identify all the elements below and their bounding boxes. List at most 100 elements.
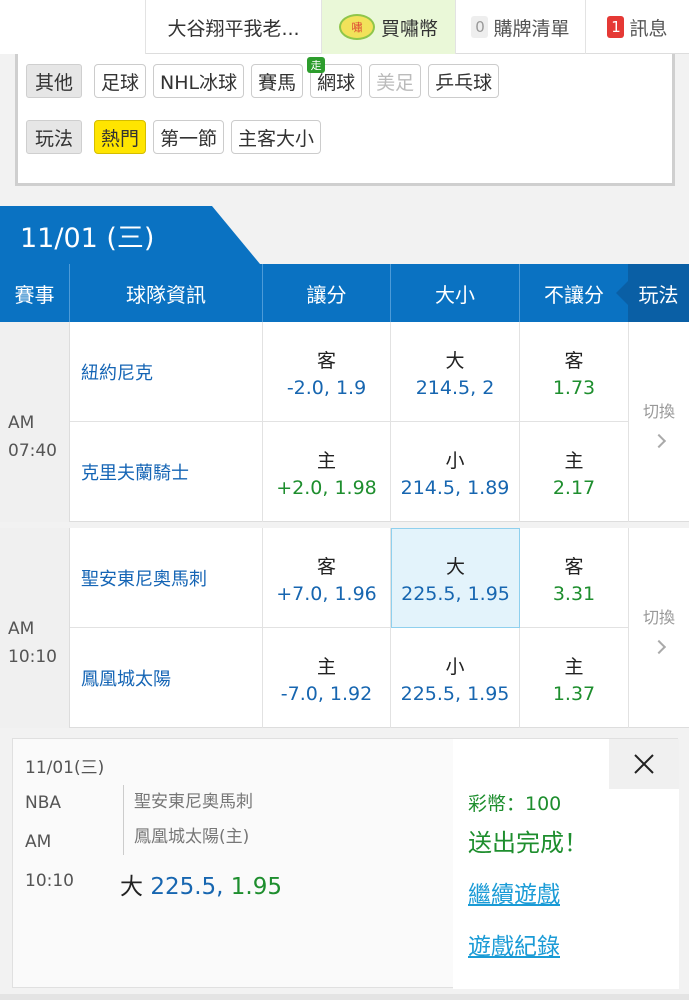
total-odds-cell[interactable]: 大 214.5, 2 xyxy=(391,322,520,422)
play-chip-home-away-total[interactable]: 主客大小 xyxy=(231,120,322,154)
header-spread: 讓分 xyxy=(263,264,391,322)
top-bar-blank xyxy=(0,0,145,54)
header-total: 大小 xyxy=(391,264,520,322)
user-name-tab[interactable]: 大谷翔平我老... xyxy=(145,0,321,54)
sports-filter-row: 其他 足球 NHL冰球 賽馬 走 網球 美足 乒乓球 xyxy=(26,57,506,98)
confirm-teams: 聖安東尼奧馬刺 鳳凰城太陽(主) xyxy=(123,785,253,855)
chevron-right-icon xyxy=(651,433,667,449)
total-odds-cell-selected[interactable]: 大 225.5, 1.95 xyxy=(391,528,520,628)
total-value: 214.5, 1.89 xyxy=(400,476,510,499)
spread-value: -7.0, 1.92 xyxy=(280,682,373,705)
header-play-toggle[interactable]: 玩法 xyxy=(616,264,689,322)
game-clock: 10:10 xyxy=(8,647,57,667)
play-label: 玩法 xyxy=(26,120,82,154)
coin-icon: 嘯 xyxy=(338,14,375,40)
total-side: 小 xyxy=(445,449,465,472)
total-odds-cell[interactable]: 小 225.5, 1.95 xyxy=(391,628,520,728)
top-bar: 大谷翔平我老... 嘯 買嘯幣 0 購牌清單 1 訊息 xyxy=(0,0,689,54)
spread-value: +7.0, 1.96 xyxy=(276,582,377,605)
moneyline-odds-cell[interactable]: 主 1.37 xyxy=(520,628,628,728)
play-chip-first-quarter[interactable]: 第一節 xyxy=(153,120,225,154)
confirm-team-away: 聖安東尼奧馬刺 xyxy=(134,792,253,812)
messages-button[interactable]: 1 訊息 xyxy=(585,0,689,54)
header-moneyline: 不讓分 xyxy=(544,282,604,307)
confirm-bet-odds: 1.95 xyxy=(230,874,282,900)
coin-balance: 彩幣：100 xyxy=(468,793,562,815)
game-history-link[interactable]: 遊戲紀錄 xyxy=(468,927,560,961)
moneyline-odds-cell[interactable]: 客 1.73 xyxy=(520,322,628,422)
header-team: 球隊資訊 xyxy=(70,264,263,322)
moneyline-value: 2.17 xyxy=(552,476,596,499)
bet-confirmation-panel: 11/01(三) NBA AM 10:10 聖安東尼奧馬刺 鳳凰城太陽(主) 大… xyxy=(12,738,679,989)
team-name: 鳳凰城太陽 xyxy=(70,628,263,728)
switch-label: 切換 xyxy=(642,402,675,421)
date-tab-bar: 11/01 (三) xyxy=(0,206,689,264)
confirm-result-area: 彩幣：100 送出完成！ 繼續遊戲 遊戲紀錄 xyxy=(453,739,679,989)
team-name: 聖安東尼奧馬刺 xyxy=(70,528,263,628)
header-event: 賽事 xyxy=(0,264,70,322)
continue-game-link[interactable]: 繼續遊戲 xyxy=(468,875,560,909)
messages-label: 訊息 xyxy=(629,17,668,40)
confirm-time: 10:10 xyxy=(25,871,74,891)
spread-side: 客 xyxy=(316,555,336,578)
cart-label: 購牌清單 xyxy=(493,17,570,40)
close-button[interactable] xyxy=(609,739,679,789)
total-side: 大 xyxy=(445,349,465,372)
spread-side: 主 xyxy=(316,449,336,472)
spread-odds-cell[interactable]: 客 +7.0, 1.96 xyxy=(263,528,391,628)
sport-chip-table-tennis[interactable]: 乒乓球 xyxy=(428,64,500,98)
sport-chip-horse-racing[interactable]: 賽馬 xyxy=(251,64,304,98)
spread-odds-cell[interactable]: 客 -2.0, 1.9 xyxy=(263,322,391,422)
live-badge: 走 xyxy=(307,57,326,73)
message-count-badge: 1 xyxy=(607,16,625,38)
close-icon xyxy=(634,754,654,774)
sport-chip-nhl[interactable]: NHL冰球 xyxy=(153,64,245,98)
team-row-home: 克里夫蘭騎士 主 +2.0, 1.98 小 214.5, 1.89 主 2.17 xyxy=(70,422,628,522)
play-chip-hot[interactable]: 熱門 xyxy=(94,120,147,154)
cart-button[interactable]: 0 購牌清單 xyxy=(455,0,585,54)
sport-chip-tennis[interactable]: 走 網球 xyxy=(307,57,363,98)
others-label: 其他 xyxy=(26,64,82,98)
moneyline-side: 主 xyxy=(564,655,584,678)
team-row-away: 聖安東尼奧馬刺 客 +7.0, 1.96 大 225.5, 1.95 客 3.3… xyxy=(70,528,628,628)
moneyline-odds-cell[interactable]: 客 3.31 xyxy=(520,528,628,628)
cart-count-badge: 0 xyxy=(471,16,489,38)
confirm-team-home: 鳳凰城太陽(主) xyxy=(134,827,250,847)
buy-coins-button[interactable]: 嘯 買嘯幣 xyxy=(321,0,455,54)
game-row-1: AM 07:40 紐約尼克 客 -2.0, 1.9 大 214.5, 2 客 1… xyxy=(0,322,689,522)
submit-success-message: 送出完成！ xyxy=(468,829,588,857)
moneyline-value: 3.31 xyxy=(552,582,596,605)
confirm-ampm: AM xyxy=(25,832,52,852)
sport-chip-american-football: 美足 xyxy=(369,64,422,98)
moneyline-side: 主 xyxy=(564,449,584,472)
date-tab[interactable]: 11/01 (三) xyxy=(0,206,260,264)
total-odds-cell[interactable]: 小 214.5, 1.89 xyxy=(391,422,520,522)
moneyline-odds-cell[interactable]: 主 2.17 xyxy=(520,422,628,522)
switch-label: 切換 xyxy=(642,608,675,627)
game-time: AM 10:10 xyxy=(0,528,70,728)
team-name: 紐約尼克 xyxy=(70,322,263,422)
buy-coins-label: 買嘯幣 xyxy=(380,17,438,40)
total-side: 大 xyxy=(445,555,465,578)
game-ampm: AM xyxy=(8,619,35,639)
switch-play-button[interactable]: 切換 xyxy=(628,528,689,728)
confirm-bet-line: 225.5, xyxy=(150,874,224,900)
team-name: 克里夫蘭騎士 xyxy=(70,422,263,522)
spread-side: 客 xyxy=(316,349,336,372)
sport-chip-football[interactable]: 足球 xyxy=(94,64,147,98)
moneyline-side: 客 xyxy=(564,349,584,372)
confirm-league: NBA xyxy=(25,793,62,813)
spread-odds-cell[interactable]: 主 -7.0, 1.92 xyxy=(263,628,391,728)
team-row-away: 紐約尼克 客 -2.0, 1.9 大 214.5, 2 客 1.73 xyxy=(70,322,628,422)
team-row-home: 鳳凰城太陽 主 -7.0, 1.92 小 225.5, 1.95 主 1.37 xyxy=(70,628,628,728)
game-ampm: AM xyxy=(8,413,35,433)
total-value: 225.5, 1.95 xyxy=(401,582,510,605)
total-value: 214.5, 2 xyxy=(415,376,495,399)
table-header: 賽事 球隊資訊 讓分 大小 不讓分 玩法 xyxy=(0,264,689,322)
spread-odds-cell[interactable]: 主 +2.0, 1.98 xyxy=(263,422,391,522)
user-name: 大谷翔平我老... xyxy=(167,17,300,40)
chevron-right-icon xyxy=(651,639,667,655)
switch-play-button[interactable]: 切換 xyxy=(628,322,689,522)
spread-side: 主 xyxy=(316,655,336,678)
game-clock: 07:40 xyxy=(8,441,57,461)
